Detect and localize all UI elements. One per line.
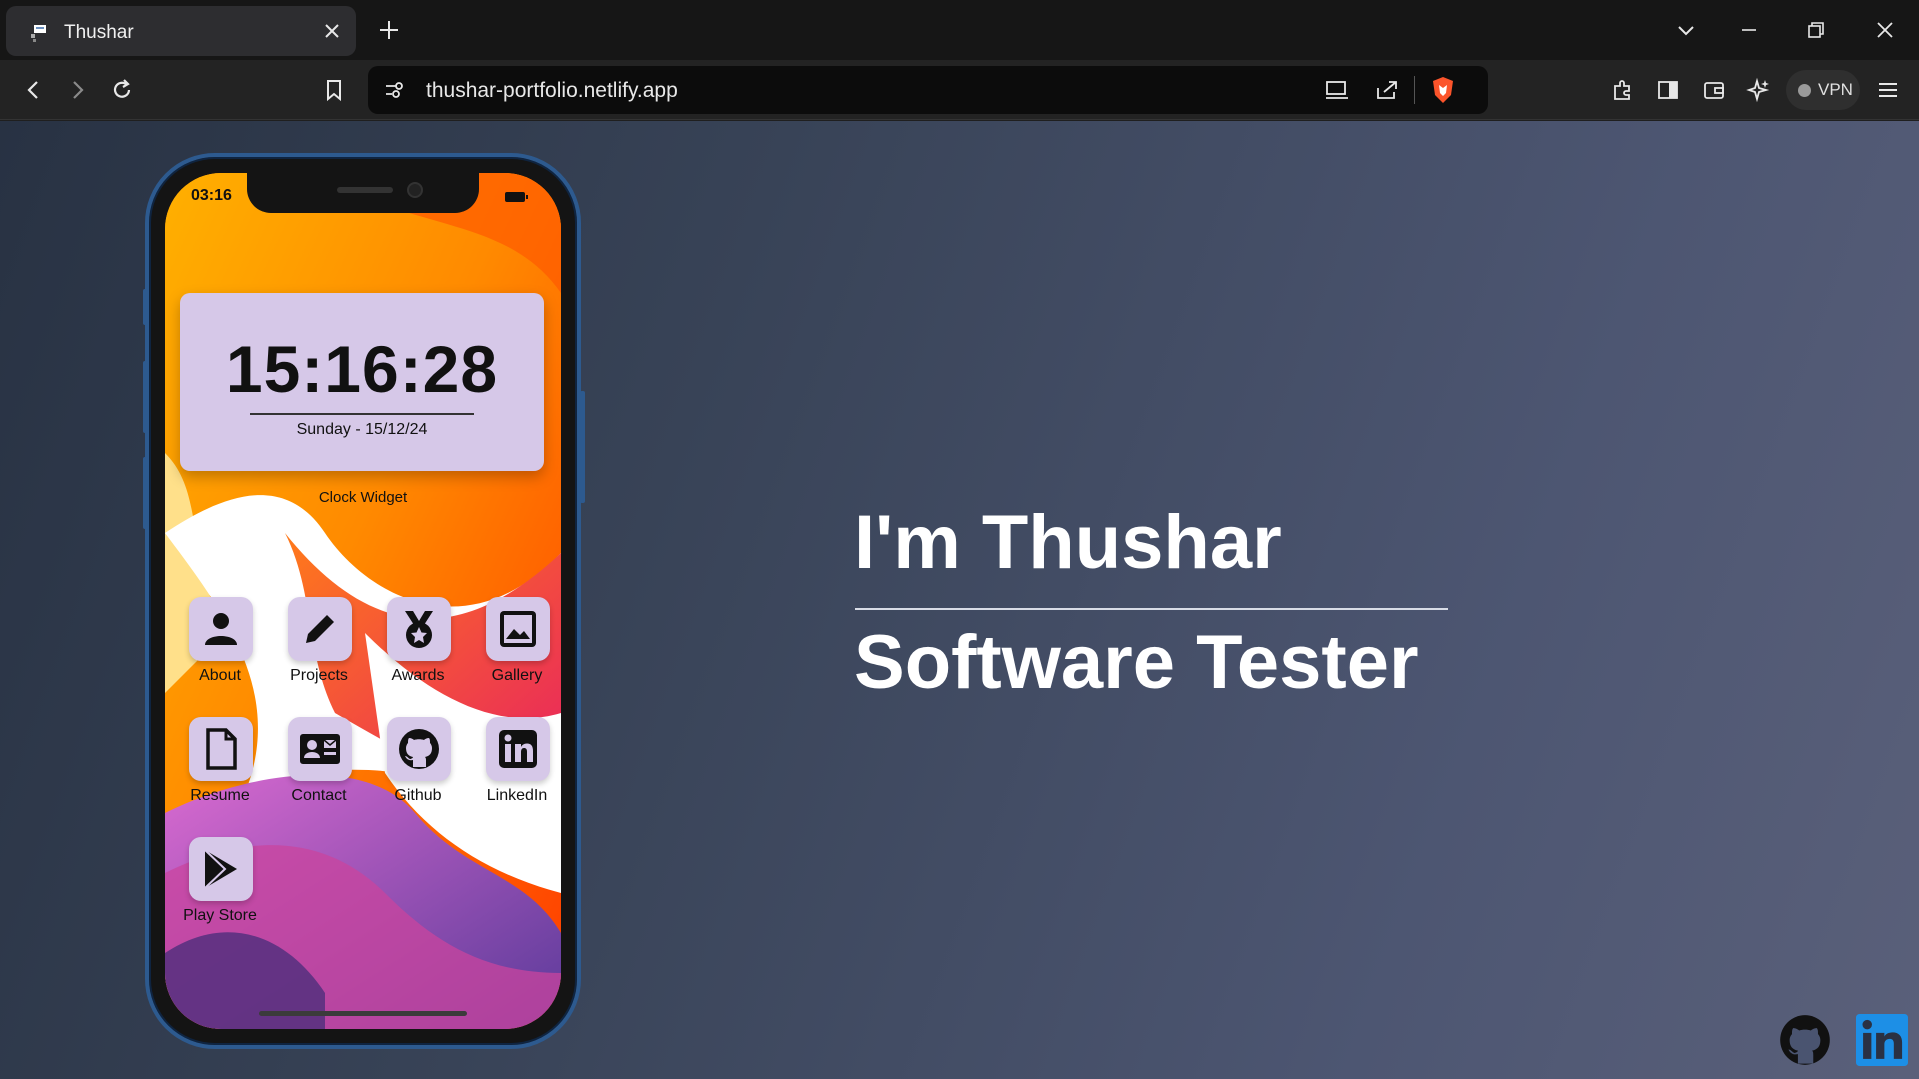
separator [1414, 76, 1415, 104]
app-linkedin-tile[interactable] [486, 717, 550, 781]
linkedin-icon[interactable] [1856, 1014, 1908, 1066]
wallet-icon[interactable] [1700, 76, 1728, 104]
close-icon[interactable] [320, 19, 344, 43]
restore-icon[interactable] [1802, 16, 1830, 44]
minimize-icon[interactable] [1735, 16, 1763, 44]
app-label: Resume [190, 787, 250, 804]
sidebar-icon[interactable] [1654, 76, 1682, 104]
app-gallery-tile[interactable] [486, 597, 550, 661]
clock-time: 15:16:28 [225, 332, 499, 406]
share-icon[interactable] [1374, 78, 1400, 102]
extensions-icon[interactable] [1609, 76, 1637, 104]
app-resume[interactable]: Resume [180, 717, 260, 813]
tab-thushar[interactable]: Thushar [6, 6, 356, 56]
leo-ai-icon[interactable] [1745, 76, 1773, 104]
speaker [337, 187, 393, 193]
contact-card-icon [300, 734, 340, 764]
page-viewport: 03:16 15:16:28 Sunday - 15/12/24 Clock W… [0, 121, 1919, 1079]
menu-icon[interactable] [1874, 76, 1902, 104]
app-label: About [199, 667, 241, 684]
back-icon[interactable] [20, 76, 48, 104]
github-icon[interactable] [1779, 1014, 1831, 1066]
app-label: Play Store [183, 907, 257, 924]
app-play-store[interactable]: Play Store [180, 837, 260, 933]
person-icon [205, 613, 237, 645]
clock-divider [250, 413, 474, 415]
battery-icon [505, 192, 528, 202]
site-settings-icon[interactable] [382, 78, 406, 102]
medal-icon [405, 611, 433, 648]
app-label: Awards [391, 667, 445, 684]
hero-role: Software Tester [854, 620, 1419, 705]
browser-toolbar: thushar-portfolio.netlify.app VPN [0, 60, 1919, 120]
linkedin-icon [499, 730, 537, 768]
app-projects-tile[interactable] [288, 597, 352, 661]
clock-widget-label: Clock Widget [318, 489, 408, 506]
vpn-label: VPN [1818, 80, 1853, 99]
app-label: Gallery [491, 667, 543, 684]
status-bar-time: 03:16 [191, 187, 232, 204]
app-github-tile[interactable] [387, 717, 451, 781]
phone-screen: 03:16 15:16:28 Sunday - 15/12/24 Clock W… [165, 173, 561, 1029]
pencil-icon [306, 615, 334, 643]
vpn-status-icon [1798, 84, 1811, 97]
app-contact-tile[interactable] [288, 717, 352, 781]
image-icon [500, 611, 536, 647]
phone-mockup: 03:16 15:16:28 Sunday - 15/12/24 Clock W… [145, 153, 581, 1049]
app-awards[interactable]: Awards [378, 597, 458, 693]
vpn-button[interactable]: VPN [1786, 70, 1860, 110]
play-store-icon [204, 849, 237, 889]
tab-search-chevron-icon[interactable] [1672, 16, 1700, 44]
app-resume-tile[interactable] [189, 717, 253, 781]
app-about[interactable]: About [180, 597, 260, 693]
url-text[interactable]: thushar-portfolio.netlify.app [426, 79, 678, 103]
tab-strip: Thushar [0, 0, 1919, 60]
app-label: Contact [291, 787, 347, 804]
app-projects[interactable]: Projects [279, 597, 359, 693]
forward-icon[interactable] [63, 76, 91, 104]
home-indicator [259, 1011, 467, 1016]
app-play-store-tile[interactable] [189, 837, 253, 901]
hero-name: I'm Thushar [854, 500, 1282, 585]
clock-date: Sunday - 15/12/24 [296, 421, 428, 438]
app-github[interactable]: Github [378, 717, 458, 813]
document-icon [206, 728, 237, 770]
bookmark-icon[interactable] [320, 76, 348, 104]
cast-icon[interactable] [1324, 78, 1350, 102]
camera-icon [407, 182, 423, 198]
app-linkedin[interactable]: LinkedIn [477, 717, 557, 813]
hero-divider [855, 608, 1448, 610]
app-label: Github [394, 787, 442, 804]
close-window-icon[interactable] [1871, 16, 1899, 44]
reload-icon[interactable] [108, 76, 136, 104]
clock-widget: 15:16:28 Sunday - 15/12/24 [180, 293, 544, 471]
favicon-icon [31, 25, 46, 42]
phone-notch [247, 173, 479, 213]
app-awards-tile[interactable] [387, 597, 451, 661]
app-gallery[interactable]: Gallery [477, 597, 557, 693]
app-about-tile[interactable] [189, 597, 253, 661]
address-bar[interactable]: thushar-portfolio.netlify.app [368, 66, 1488, 114]
app-label: Projects [290, 667, 348, 684]
new-tab-icon[interactable] [376, 17, 402, 43]
github-icon [399, 729, 439, 769]
app-label: LinkedIn [486, 787, 548, 804]
tab-title: Thushar [64, 22, 134, 43]
app-contact[interactable]: Contact [279, 717, 359, 813]
brave-shield-icon[interactable] [1430, 75, 1456, 105]
